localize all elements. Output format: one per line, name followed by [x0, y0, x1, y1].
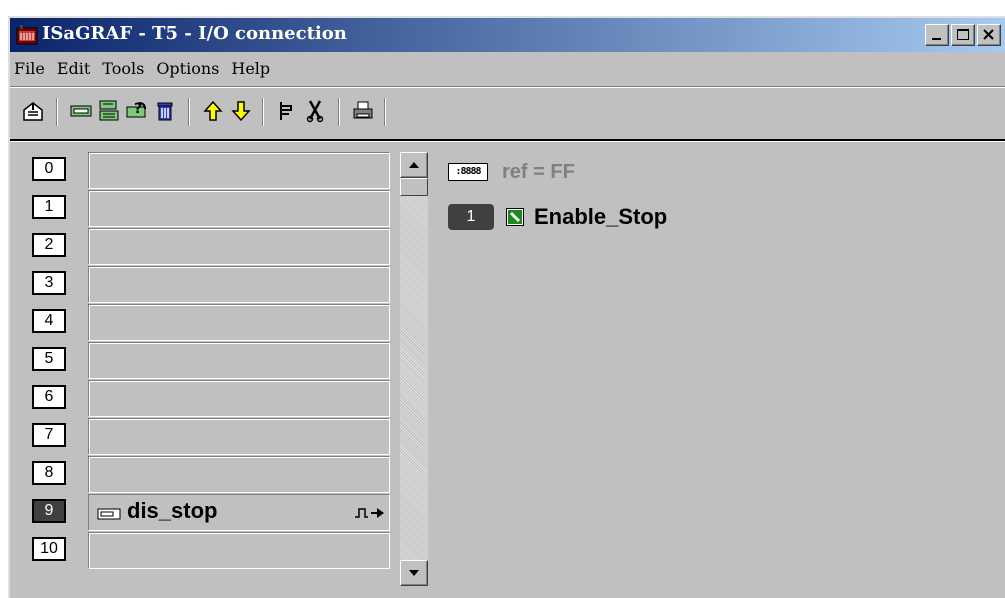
minimize-button[interactable]	[925, 24, 949, 46]
move-up-icon	[203, 100, 223, 121]
boolean-variable-icon	[506, 208, 524, 226]
disconnect-icon	[306, 100, 324, 123]
open-button[interactable]	[20, 98, 46, 124]
close-button[interactable]	[977, 24, 1001, 46]
scroll-thumb[interactable]	[400, 178, 428, 196]
maximize-button[interactable]	[951, 24, 975, 46]
slot-number[interactable]: 3	[32, 271, 66, 295]
slot-number[interactable]: 7	[32, 423, 66, 447]
board-settings-button[interactable]	[96, 98, 122, 124]
board-settings-icon	[99, 100, 119, 121]
menu-help[interactable]: Help	[225, 56, 276, 84]
close-icon	[983, 29, 994, 40]
slot-row[interactable]: 5	[20, 342, 390, 380]
title-bar[interactable]: ISaGRAF - T5 - I/O connection	[10, 18, 1005, 52]
board-button[interactable]	[68, 98, 94, 124]
delete-icon	[157, 102, 173, 121]
scroll-down-icon	[409, 570, 419, 576]
toolbar: ?	[10, 90, 1005, 134]
replace-board-icon: ?	[126, 101, 146, 118]
app-icon	[16, 25, 38, 45]
move-down-button[interactable]	[228, 98, 254, 124]
slot-row[interactable]: 3	[20, 266, 390, 304]
channel-number[interactable]: 1	[448, 204, 494, 230]
app-window: ISaGRAF - T5 - I/O connection File Edit …	[8, 16, 1005, 598]
slot-row[interactable]: 4	[20, 304, 390, 342]
slot-cell[interactable]: dis_stop	[88, 494, 390, 531]
minimize-icon	[932, 38, 941, 40]
slot-number[interactable]: 10	[32, 537, 66, 561]
board-ref-icon: :8888	[448, 163, 488, 181]
slot-row[interactable]: 6	[20, 380, 390, 418]
slot-cell[interactable]	[88, 380, 390, 417]
print-button[interactable]	[350, 98, 376, 124]
slot-row-selected[interactable]: 9 dis_stop	[20, 494, 390, 532]
board-name: dis_stop	[127, 498, 218, 523]
slot-cell[interactable]	[88, 532, 390, 569]
slot-number[interactable]: 5	[32, 347, 66, 371]
window-title: ISaGRAF - T5 - I/O connection	[42, 23, 347, 44]
slot-cell[interactable]	[88, 152, 390, 189]
slot-number[interactable]: 0	[32, 157, 66, 181]
scroll-up-icon	[409, 162, 419, 168]
slot-number[interactable]: 8	[32, 461, 66, 485]
board-ref-row[interactable]: :8888 ref = FF	[448, 160, 575, 184]
maximize-icon	[957, 29, 969, 40]
slot-row[interactable]: 2	[20, 228, 390, 266]
slot-row[interactable]: 10	[20, 532, 390, 570]
slot-row[interactable]: 0	[20, 152, 390, 190]
board-icon	[97, 508, 121, 520]
menu-edit[interactable]: Edit	[51, 56, 96, 84]
slot-number[interactable]: 1	[32, 195, 66, 219]
slot-row[interactable]: 1	[20, 190, 390, 228]
disconnect-button[interactable]	[302, 98, 328, 124]
menu-tools[interactable]: Tools	[96, 56, 150, 84]
board-icon	[70, 105, 92, 117]
menu-bar: File Edit Tools Options Help	[10, 56, 276, 84]
menu-file[interactable]: File	[10, 56, 51, 84]
slot-cell[interactable]	[88, 190, 390, 227]
channel-row[interactable]: 1 Enable_Stop	[448, 202, 667, 232]
connect-button[interactable]	[274, 98, 300, 124]
channel-variable-name: Enable_Stop	[534, 204, 668, 229]
slot-cell[interactable]	[88, 418, 390, 455]
slot-cell[interactable]	[88, 342, 390, 379]
slot-cell[interactable]	[88, 228, 390, 265]
move-up-button[interactable]	[200, 98, 226, 124]
move-down-icon	[231, 101, 251, 122]
pulse-arrow-icon	[355, 508, 384, 518]
connect-icon	[280, 102, 292, 120]
slot-row[interactable]: 7	[20, 418, 390, 456]
slot-cell[interactable]	[88, 456, 390, 493]
slot-number[interactable]: 9	[32, 499, 66, 523]
slot-number[interactable]: 6	[32, 385, 66, 409]
slot-cell[interactable]	[88, 304, 390, 341]
slot-scrollbar[interactable]	[400, 152, 428, 586]
menu-options[interactable]: Options	[150, 56, 225, 84]
open-icon	[23, 102, 43, 121]
slot-number[interactable]: 4	[32, 309, 66, 333]
board-ref-label: ref = FF	[502, 160, 575, 183]
slot-cell[interactable]	[88, 266, 390, 303]
slot-row[interactable]: 8	[20, 456, 390, 494]
slot-number[interactable]: 2	[32, 233, 66, 257]
print-icon	[353, 101, 373, 119]
scroll-down-button[interactable]	[400, 560, 428, 586]
delete-button[interactable]	[152, 98, 178, 124]
replace-board-button[interactable]: ?	[124, 98, 150, 124]
scroll-up-button[interactable]	[400, 152, 428, 178]
